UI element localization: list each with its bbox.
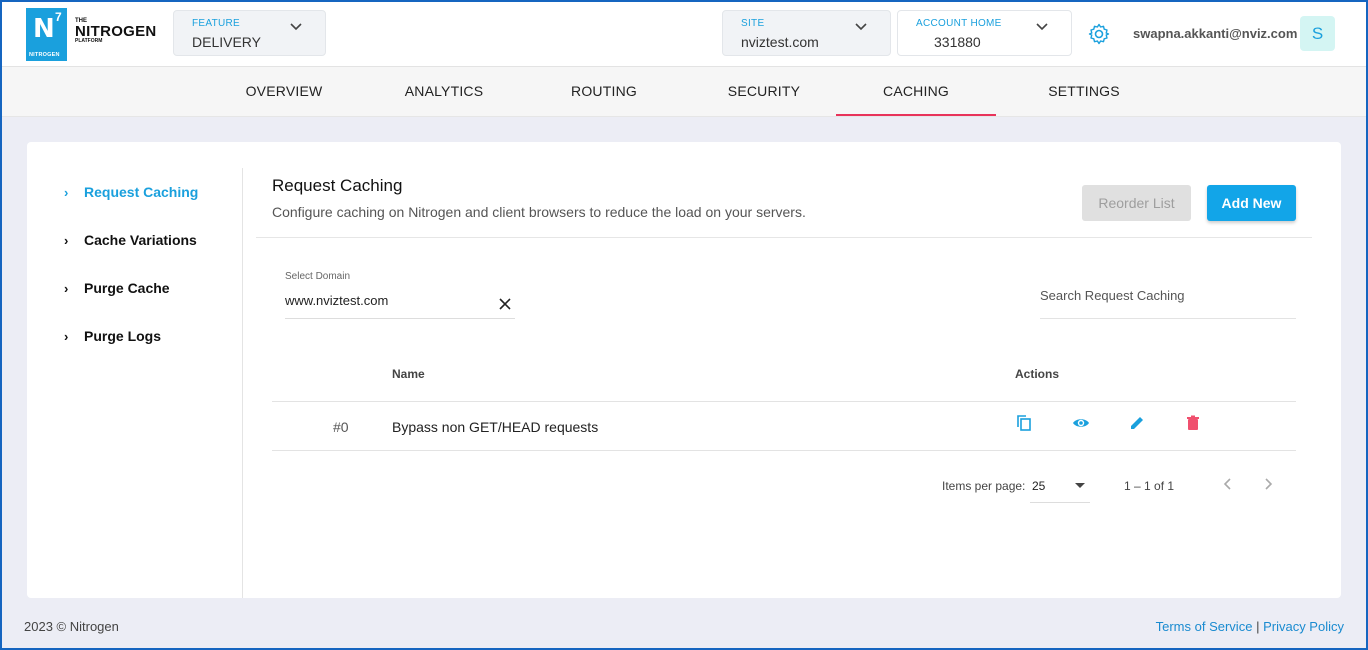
items-per-page-underline bbox=[1030, 502, 1090, 503]
reorder-list-button[interactable]: Reorder List bbox=[1082, 185, 1191, 221]
search-input[interactable]: Search Request Caching bbox=[1040, 288, 1185, 303]
tab-caching[interactable]: CACHING bbox=[836, 67, 996, 116]
domain-select-value[interactable]: www.nviztest.com bbox=[285, 293, 388, 308]
gear-icon[interactable] bbox=[1087, 22, 1111, 46]
items-per-page-label: Items per page: bbox=[942, 479, 1026, 493]
account-select[interactable]: ACCOUNT HOME 331880 bbox=[897, 10, 1072, 56]
row-name: Bypass non GET/HEAD requests bbox=[392, 419, 599, 435]
tab-security[interactable]: SECURITY bbox=[684, 67, 844, 116]
pagination-range: 1 – 1 of 1 bbox=[1124, 479, 1175, 493]
search-underline bbox=[1040, 318, 1296, 319]
chevron-right-icon: › bbox=[64, 185, 69, 200]
brand-name: THE NITROGEN PLATFORM bbox=[75, 18, 157, 44]
feature-select[interactable]: FEATURE DELIVERY bbox=[173, 10, 326, 56]
tab-overview[interactable]: OVERVIEW bbox=[204, 67, 364, 116]
page-title: Request Caching bbox=[272, 176, 403, 195]
avatar[interactable]: S bbox=[1300, 16, 1335, 51]
sidebar-item-cache-variations[interactable]: › Cache Variations bbox=[64, 232, 197, 248]
footer-separator: | bbox=[1256, 619, 1260, 634]
chevron-right-icon: › bbox=[64, 329, 69, 344]
tab-analytics[interactable]: ANALYTICS bbox=[364, 67, 524, 116]
chevron-down-icon bbox=[290, 23, 302, 31]
content-card: › Request Caching › Cache Variations › Purg… bbox=[27, 142, 1341, 598]
view-eye-icon[interactable] bbox=[1072, 414, 1090, 432]
header-divider bbox=[256, 237, 1312, 238]
tab-settings[interactable]: SETTINGS bbox=[1004, 67, 1164, 116]
top-header: N 7 NITROGEN THE NITROGEN PLATFORM FEATU… bbox=[0, 0, 1368, 67]
next-page-icon[interactable] bbox=[1260, 476, 1276, 492]
feature-select-value: DELIVERY bbox=[192, 34, 261, 50]
row-index: #0 bbox=[333, 419, 349, 435]
chevron-down-icon bbox=[855, 23, 867, 31]
main-tab-bar: OVERVIEW ANALYTICS ROUTING SECURITY CACH… bbox=[0, 67, 1368, 117]
site-select-value: nviztest.com bbox=[741, 34, 819, 50]
sidebar-item-purge-logs[interactable]: › Purge Logs bbox=[64, 328, 161, 344]
logo-small-text: NITROGEN bbox=[29, 52, 60, 58]
sidebar-item-purge-cache[interactable]: › Purge Cache bbox=[64, 280, 170, 296]
page-subtitle: Configure caching on Nitrogen and client… bbox=[272, 204, 806, 220]
sidebar-item-request-caching[interactable]: › Request Caching bbox=[64, 184, 198, 200]
column-header-name[interactable]: Name bbox=[392, 367, 425, 381]
brand-title: NITROGEN bbox=[75, 23, 157, 40]
site-select[interactable]: SITE nviztest.com bbox=[722, 10, 891, 56]
footer-copyright: 2023 © Nitrogen bbox=[24, 619, 119, 634]
caret-down-icon[interactable] bbox=[1074, 482, 1086, 490]
sidebar-item-label: Purge Cache bbox=[84, 280, 170, 296]
terms-of-service-link[interactable]: Terms of Service bbox=[1156, 619, 1253, 634]
column-header-actions: Actions bbox=[1015, 367, 1060, 381]
chevron-right-icon: › bbox=[64, 281, 69, 296]
sidebar-item-label: Request Caching bbox=[84, 184, 199, 200]
tab-routing[interactable]: ROUTING bbox=[524, 67, 684, 116]
previous-page-icon[interactable] bbox=[1220, 476, 1236, 492]
sidebar: › Request Caching › Cache Variations › Purg… bbox=[27, 168, 243, 598]
edit-pencil-icon[interactable] bbox=[1128, 414, 1146, 432]
clear-icon[interactable] bbox=[498, 297, 512, 311]
table-row-divider bbox=[272, 401, 1296, 402]
user-email: swapna.akkanti@nviz.com bbox=[1133, 26, 1298, 41]
domain-select-label: Select Domain bbox=[285, 271, 351, 282]
account-select-value: 331880 bbox=[934, 34, 981, 50]
items-per-page-select[interactable]: 25 bbox=[1032, 479, 1045, 493]
nitrogen-logo[interactable]: N 7 NITROGEN bbox=[26, 8, 67, 61]
privacy-policy-link[interactable]: Privacy Policy bbox=[1263, 619, 1344, 634]
add-new-button[interactable]: Add New bbox=[1207, 185, 1296, 221]
table-row-divider bbox=[272, 450, 1296, 451]
footer-links: Terms of Service | Privacy Policy bbox=[1156, 619, 1344, 634]
copy-icon[interactable] bbox=[1015, 414, 1033, 432]
domain-select-underline bbox=[285, 318, 515, 319]
account-select-label: ACCOUNT HOME bbox=[916, 18, 1002, 29]
sidebar-item-label: Purge Logs bbox=[84, 328, 162, 344]
logo-superscript: 7 bbox=[55, 10, 62, 24]
chevron-down-icon bbox=[1036, 23, 1048, 31]
delete-trash-icon[interactable] bbox=[1184, 414, 1202, 432]
feature-select-label: FEATURE bbox=[192, 18, 241, 29]
sidebar-item-label: Cache Variations bbox=[84, 232, 197, 248]
logo-letter: N bbox=[33, 14, 55, 44]
chevron-right-icon: › bbox=[64, 233, 69, 248]
site-select-label: SITE bbox=[741, 18, 765, 29]
